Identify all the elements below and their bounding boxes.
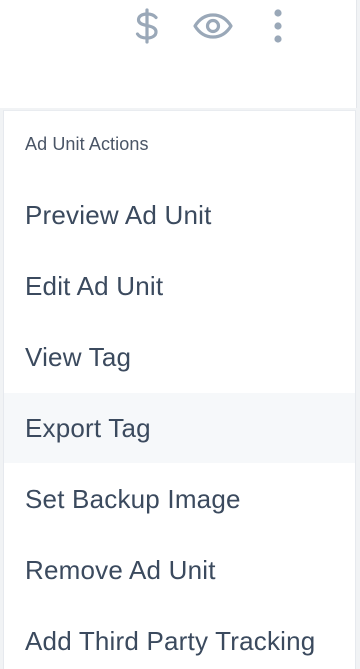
menu-item-export-tag[interactable]: Export Tag — [4, 393, 355, 463]
menu-item-preview-ad-unit[interactable]: Preview Ad Unit — [4, 180, 355, 250]
ad-unit-actions-menu: Ad Unit Actions Preview Ad Unit Edit Ad … — [3, 110, 356, 669]
screen: Ad Unit Actions Preview Ad Unit Edit Ad … — [0, 0, 360, 669]
dollar-icon — [135, 8, 158, 44]
dollar-button[interactable] — [127, 6, 167, 46]
menu-item-add-third-party-tracking[interactable]: Add Third Party Tracking — [4, 606, 355, 669]
menu-item-remove-ad-unit[interactable]: Remove Ad Unit — [4, 535, 355, 605]
menu-item-edit-ad-unit[interactable]: Edit Ad Unit — [4, 251, 355, 321]
more-options-button[interactable] — [258, 6, 298, 46]
eye-icon — [193, 13, 233, 39]
preview-button[interactable] — [193, 6, 233, 46]
menu-item-set-backup-image[interactable]: Set Backup Image — [4, 464, 355, 534]
menu-header: Ad Unit Actions — [25, 134, 149, 154]
top-toolbar — [0, 0, 357, 108]
menu-item-view-tag[interactable]: View Tag — [4, 322, 355, 392]
more-vertical-icon — [274, 9, 282, 43]
